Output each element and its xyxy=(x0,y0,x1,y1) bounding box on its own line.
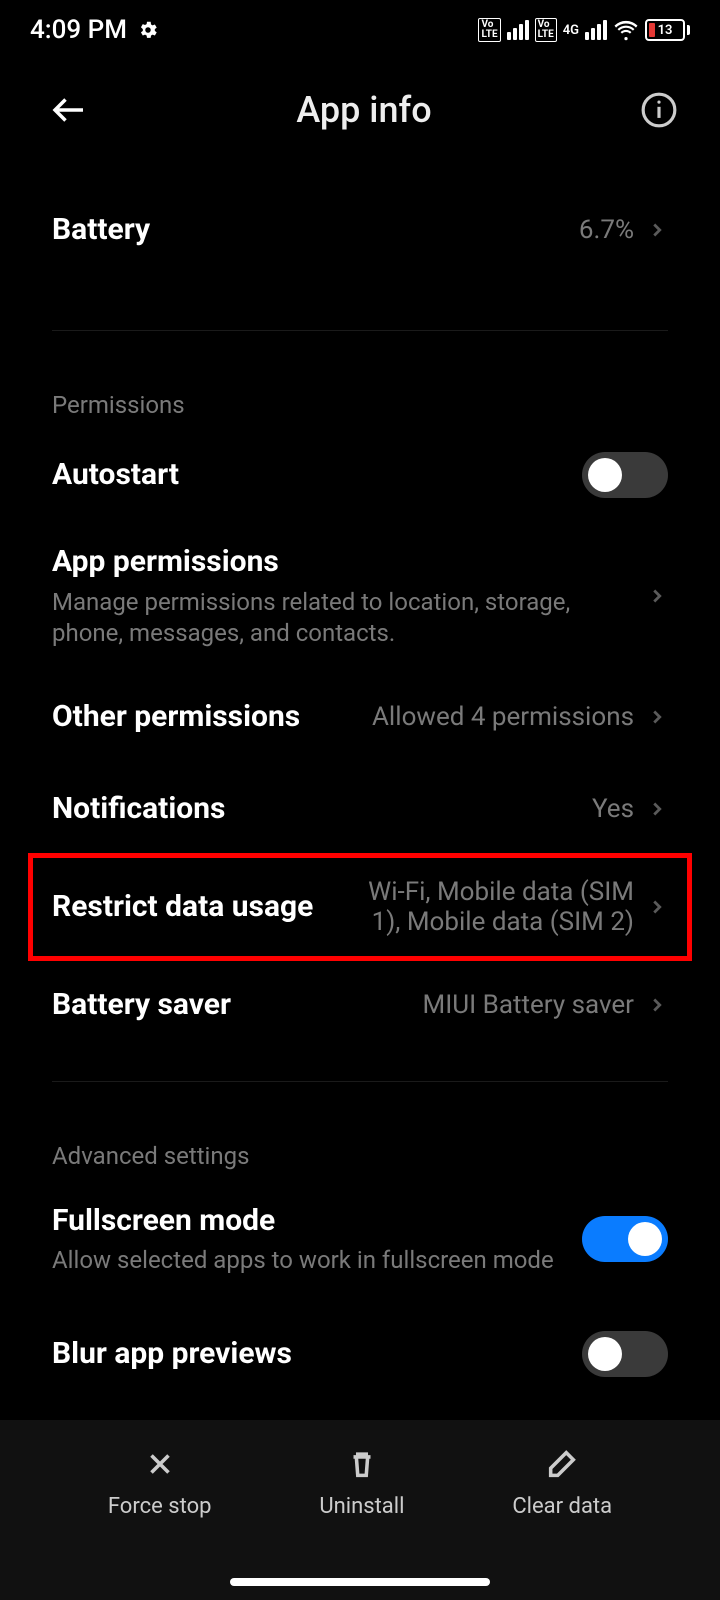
uninstall-button[interactable]: Uninstall xyxy=(319,1444,404,1519)
chevron-right-icon xyxy=(646,798,668,820)
row-battery[interactable]: Battery 6.7% xyxy=(0,160,720,300)
force-stop-label: Force stop xyxy=(108,1494,212,1519)
row-restrict-data-usage[interactable]: Restrict data usage Wi-Fi, Mobile data (… xyxy=(30,855,690,959)
divider xyxy=(52,330,668,331)
trash-icon xyxy=(342,1444,382,1484)
uninstall-label: Uninstall xyxy=(319,1494,404,1519)
status-time: 4:09 PM xyxy=(30,15,127,45)
clear-data-label: Clear data xyxy=(512,1494,612,1519)
info-button[interactable] xyxy=(638,89,680,131)
chevron-right-icon xyxy=(646,219,668,241)
volte2-icon: VoLTE xyxy=(535,18,557,42)
home-indicator[interactable] xyxy=(230,1578,490,1586)
page-title: App info xyxy=(296,89,431,131)
status-right: VoLTE VoLTE 4G 13 xyxy=(478,17,690,43)
row-other-permissions[interactable]: Other permissions Allowed 4 permissions xyxy=(0,671,720,763)
row-notifications[interactable]: Notifications Yes xyxy=(0,763,720,855)
volte1-icon: VoLTE xyxy=(478,18,500,42)
battery-saver-label: Battery saver xyxy=(52,986,403,1024)
bottom-action-bar: Force stop Uninstall Clear data xyxy=(0,1420,720,1600)
chevron-right-icon xyxy=(646,585,668,607)
section-permissions: Permissions xyxy=(0,361,720,429)
battery-icon: 13 xyxy=(645,19,690,41)
eraser-icon xyxy=(542,1444,582,1484)
fullscreen-label: Fullscreen mode xyxy=(52,1202,562,1240)
chevron-right-icon xyxy=(646,994,668,1016)
fullscreen-toggle[interactable] xyxy=(582,1216,668,1262)
wifi-icon xyxy=(613,17,639,43)
signal1-icon xyxy=(507,20,529,40)
close-icon xyxy=(140,1444,180,1484)
other-permissions-label: Other permissions xyxy=(52,698,352,736)
battery-saver-value: MIUI Battery saver xyxy=(423,990,634,1020)
row-fullscreen-mode[interactable]: Fullscreen mode Allow selected apps to w… xyxy=(0,1180,720,1299)
section-advanced: Advanced settings xyxy=(0,1112,720,1180)
battery-label: Battery xyxy=(52,211,559,249)
chevron-right-icon xyxy=(646,706,668,728)
app-permissions-label: App permissions xyxy=(52,543,614,581)
chevron-right-icon xyxy=(646,896,668,918)
battery-percent: 13 xyxy=(647,23,683,38)
autostart-toggle[interactable] xyxy=(582,452,668,498)
row-battery-saver[interactable]: Battery saver MIUI Battery saver xyxy=(0,959,720,1051)
status-left: 4:09 PM xyxy=(30,15,159,45)
blur-toggle[interactable] xyxy=(582,1331,668,1377)
content: Battery 6.7% Permissions Autostart App p… xyxy=(0,160,720,1391)
battery-value: 6.7% xyxy=(579,215,634,245)
network-4g-icon: 4G xyxy=(563,23,579,38)
row-blur-previews[interactable]: Blur app previews xyxy=(0,1299,720,1391)
notifications-label: Notifications xyxy=(52,790,572,828)
fullscreen-sub: Allow selected apps to work in fullscree… xyxy=(52,1245,562,1276)
force-stop-button[interactable]: Force stop xyxy=(108,1444,212,1519)
restrict-data-value: Wi-Fi, Mobile data (SIM 1), Mobile data … xyxy=(334,877,634,937)
blur-label: Blur app previews xyxy=(52,1335,562,1373)
clear-data-button[interactable]: Clear data xyxy=(512,1444,612,1519)
other-permissions-value: Allowed 4 permissions xyxy=(372,702,634,732)
app-permissions-sub: Manage permissions related to location, … xyxy=(52,587,614,649)
status-bar: 4:09 PM VoLTE VoLTE 4G 13 xyxy=(0,0,720,60)
app-bar: App info xyxy=(0,60,720,160)
notifications-value: Yes xyxy=(592,794,634,824)
settings-icon xyxy=(137,19,159,41)
autostart-label: Autostart xyxy=(52,456,562,494)
back-button[interactable] xyxy=(48,89,90,131)
divider xyxy=(52,1081,668,1082)
row-app-permissions[interactable]: App permissions Manage permissions relat… xyxy=(0,521,720,671)
restrict-data-label: Restrict data usage xyxy=(52,888,314,926)
row-autostart[interactable]: Autostart xyxy=(0,429,720,521)
signal2-icon xyxy=(585,20,607,40)
